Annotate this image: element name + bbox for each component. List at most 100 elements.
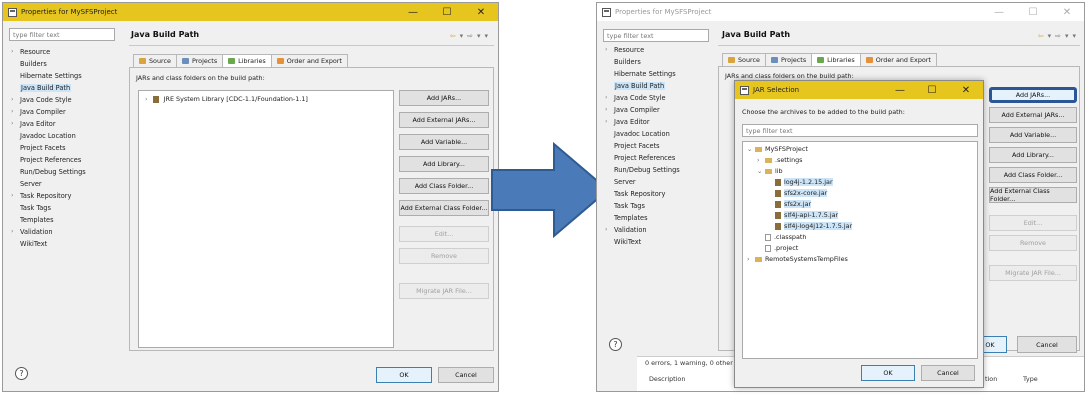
expand-chevron-icon[interactable]: › (605, 104, 607, 116)
tab-order-export[interactable]: Order and Export (859, 53, 937, 66)
view-menu-icon[interactable]: ▾ (484, 32, 488, 40)
tree-node-mysfsproject[interactable]: ⌄ MySFSProject (743, 144, 977, 155)
close-button[interactable]: ✕ (1050, 3, 1084, 21)
add-external-class-folder-button[interactable]: Add External Class Folder... (989, 187, 1077, 203)
nav-item-java-editor[interactable]: › Java Editor (603, 116, 713, 128)
ok-button[interactable]: OK (376, 367, 432, 383)
nav-item-java-code-style[interactable]: › Java Code Style (603, 92, 713, 104)
nav-item-run-debug-settings[interactable]: Run/Debug Settings (9, 166, 119, 178)
nav-item-run-debug-settings[interactable]: Run/Debug Settings (603, 164, 713, 176)
dialog-cancel-button[interactable]: Cancel (921, 365, 975, 381)
nav-item-hibernate-settings[interactable]: Hibernate Settings (603, 68, 713, 80)
edit-button[interactable]: Edit... (989, 215, 1077, 231)
forward-menu-icon[interactable]: ▾ (477, 32, 481, 40)
add-class-folder-button[interactable]: Add Class Folder... (989, 167, 1077, 183)
tree-node-log4j-1-2-15-jar[interactable]: log4j-1.2.15.jar (743, 177, 977, 188)
back-menu-icon[interactable]: ▾ (460, 32, 464, 40)
nav-item-java-compiler[interactable]: › Java Compiler (9, 106, 119, 118)
nav-item-task-tags[interactable]: Task Tags (603, 200, 713, 212)
expand-chevron-icon[interactable]: › (11, 118, 13, 130)
nav-item-java-compiler[interactable]: › Java Compiler (603, 104, 713, 116)
nav-item-javadoc-location[interactable]: Javadoc Location (603, 128, 713, 140)
expand-chevron-icon[interactable]: › (605, 92, 607, 104)
nav-item-task-tags[interactable]: Task Tags (9, 202, 119, 214)
add-library-button[interactable]: Add Library... (399, 156, 489, 172)
dialog-filter-input[interactable]: type filter text (742, 124, 978, 137)
add-external-jars-button[interactable]: Add External JARs... (989, 107, 1077, 123)
add-external-class-folder-button[interactable]: Add External Class Folder... (399, 200, 489, 216)
nav-item-project-references[interactable]: Project References (603, 152, 713, 164)
maximize-button[interactable]: ☐ (430, 3, 464, 21)
add-library-button[interactable]: Add Library... (989, 147, 1077, 163)
expand-toggle-icon[interactable]: › (747, 254, 755, 265)
migrate-jar-file-button[interactable]: Migrate JAR File... (989, 265, 1077, 281)
nav-item-templates[interactable]: Templates (603, 212, 713, 224)
remove-button[interactable]: Remove (989, 235, 1077, 251)
migrate-jar-file-button[interactable]: Migrate JAR File... (399, 283, 489, 299)
nav-item-java-code-style[interactable]: › Java Code Style (9, 94, 119, 106)
back-icon[interactable]: ⇦ (450, 32, 456, 40)
add-jars-button[interactable]: Add JARs... (989, 87, 1077, 103)
tree-node-project[interactable]: .project (743, 243, 977, 254)
maximize-button[interactable]: ☐ (1016, 3, 1050, 21)
expand-chevron-icon[interactable]: › (605, 44, 607, 56)
back-menu-icon[interactable]: ▾ (1048, 32, 1052, 40)
expand-chevron-icon[interactable]: › (11, 94, 13, 106)
tab-libraries[interactable]: Libraries (811, 53, 861, 66)
nav-item-resource[interactable]: › Resource (603, 44, 713, 56)
add-external-jars-button[interactable]: Add External JARs... (399, 112, 489, 128)
nav-item-project-facets[interactable]: Project Facets (9, 142, 119, 154)
forward-icon[interactable]: ⇨ (467, 32, 473, 40)
close-button[interactable]: ✕ (951, 81, 981, 99)
tab-libraries[interactable]: Libraries (222, 54, 272, 67)
filter-input[interactable]: type filter text (9, 28, 115, 41)
expand-toggle-icon[interactable]: › (757, 155, 765, 166)
nav-item-java-build-path[interactable]: Java Build Path (603, 80, 713, 92)
tree-node-settings[interactable]: › .settings (743, 155, 977, 166)
tab-source[interactable]: Source (133, 54, 177, 67)
view-menu-icon[interactable]: ▾ (1072, 32, 1076, 40)
col-type[interactable]: Type (1023, 375, 1038, 383)
nav-item-java-build-path[interactable]: Java Build Path (9, 82, 119, 94)
add-variable-button[interactable]: Add Variable... (989, 127, 1077, 143)
expand-toggle-icon[interactable]: ⌄ (747, 144, 755, 155)
add-jars-button[interactable]: Add JARs... (399, 90, 489, 106)
tree-node-slf4j-api-1-7-5-jar[interactable]: slf4j-api-1.7.5.jar (743, 210, 977, 221)
nav-item-task-repository[interactable]: Task Repository (603, 188, 713, 200)
nav-item-javadoc-location[interactable]: Javadoc Location (9, 130, 119, 142)
filter-input[interactable]: type filter text (603, 29, 709, 42)
tree-node-slf4j-log4j12-1-7-5-jar[interactable]: slf4j-log4j12-1.7.5.jar (743, 221, 977, 232)
tab-projects[interactable]: Projects (764, 53, 813, 66)
nav-item-hibernate-settings[interactable]: Hibernate Settings (9, 70, 119, 82)
nav-item-server[interactable]: Server (603, 176, 713, 188)
archive-tree[interactable]: ⌄ MySFSProject › .settings ⌄ lib log4j-1.2.15.… (742, 141, 978, 359)
add-variable-button[interactable]: Add Variable... (399, 134, 489, 150)
nav-item-java-editor[interactable]: › Java Editor (9, 118, 119, 130)
expand-toggle-icon[interactable]: ⌄ (757, 166, 765, 177)
cancel-button[interactable]: Cancel (438, 367, 494, 383)
dialog-ok-button[interactable]: OK (861, 365, 915, 381)
tree-node-classpath[interactable]: .classpath (743, 232, 977, 243)
nav-item-builders[interactable]: Builders (9, 58, 119, 70)
maximize-button[interactable]: ☐ (917, 81, 947, 99)
minimize-button[interactable]: — (885, 81, 915, 99)
forward-menu-icon[interactable]: ▾ (1065, 32, 1069, 40)
expand-chevron-icon[interactable]: › (605, 116, 607, 128)
tree-node-remotesystemstempfiles[interactable]: › RemoteSystemsTempFiles (743, 254, 977, 265)
close-button[interactable]: ✕ (464, 3, 498, 21)
nav-item-project-facets[interactable]: Project Facets (603, 140, 713, 152)
nav-item-templates[interactable]: Templates (9, 214, 119, 226)
nav-item-validation[interactable]: › Validation (603, 224, 713, 236)
cancel-button[interactable]: Cancel (1017, 336, 1077, 353)
add-class-folder-button[interactable]: Add Class Folder... (399, 178, 489, 194)
col-location[interactable]: tion (985, 375, 997, 383)
nav-item-resource[interactable]: › Resource (9, 46, 119, 58)
nav-item-wikitext[interactable]: WikiText (603, 236, 713, 248)
expand-chevron-icon[interactable]: › (11, 190, 13, 202)
help-icon[interactable]: ? (609, 338, 622, 351)
tab-projects[interactable]: Projects (175, 54, 224, 67)
nav-item-project-references[interactable]: Project References (9, 154, 119, 166)
tab-order-export[interactable]: Order and Export (270, 54, 348, 67)
help-icon[interactable]: ? (15, 367, 28, 380)
build-path-tree[interactable]: › JRE System Library [CDC-1.1/Foundation… (138, 90, 394, 348)
